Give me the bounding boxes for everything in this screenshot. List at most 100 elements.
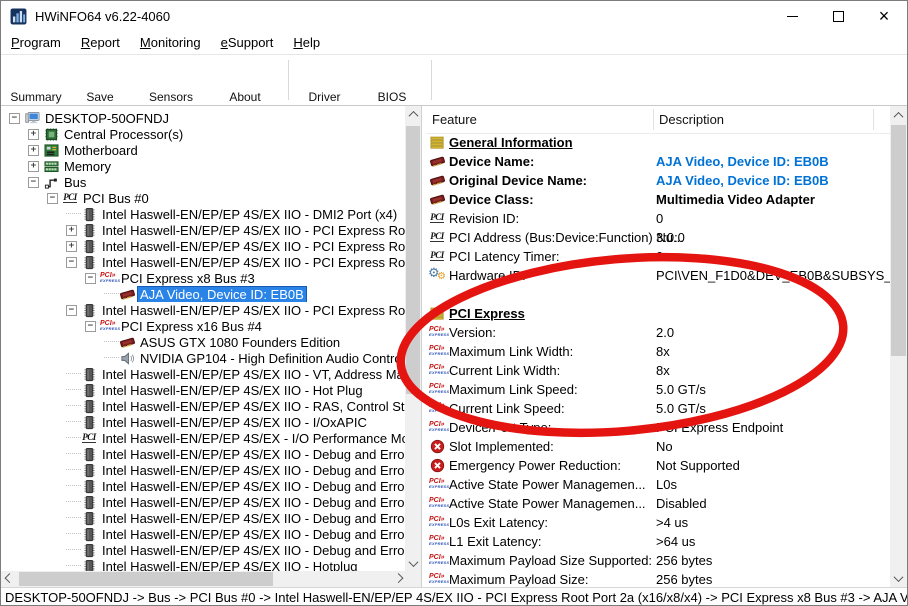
tree-item-label[interactable]: Intel Haswell-EN/EP/EP 4S/EX - I/O Perfo… <box>100 431 405 446</box>
tree-item[interactable]: Intel Haswell-EN/EP/EP 4S/EX IIO - Debug… <box>3 510 405 526</box>
tree-item[interactable]: + Motherboard <box>3 142 405 158</box>
tree-vertical-scrollbar[interactable] <box>405 106 421 571</box>
tree-item[interactable]: −Bus <box>3 174 405 190</box>
feature-row[interactable]: PCI»EXPRESSDevice/Port Type:PCI Express … <box>426 418 890 437</box>
tree-item[interactable]: Intel Haswell-EN/EP/EP 4S/EX IIO - Hot P… <box>3 382 405 398</box>
feature-row[interactable]: ⚙⚙Hardware ID:PCI\VEN_F1D0&DEV_EB0B&SUBS… <box>426 266 890 285</box>
close-button[interactable]: × <box>861 1 907 31</box>
feature-row[interactable]: PCI»EXPRESSActive State Power Managemen.… <box>426 475 890 494</box>
minus-expander-icon[interactable]: − <box>85 321 96 332</box>
tree-item[interactable]: Intel Haswell-EN/EP/EP 4S/EX IIO - Debug… <box>3 478 405 494</box>
scrollbar-thumb[interactable] <box>406 126 420 394</box>
feature-row[interactable]: PCI»EXPRESSActive State Power Managemen.… <box>426 494 890 513</box>
feature-row[interactable]: PCIPCI Latency Timer:0 <box>426 247 890 266</box>
tree-item-label[interactable]: Intel Haswell-EN/EP/EP 4S/EX IIO - Debug… <box>100 495 405 510</box>
feature-row[interactable]: General Information <box>426 133 890 152</box>
tree-item[interactable]: ASUS GTX 1080 Founders Edition <box>3 334 405 350</box>
tree-item[interactable]: Intel Haswell-EN/EP/EP 4S/EX IIO - Debug… <box>3 446 405 462</box>
feature-row[interactable]: PCI»EXPRESSCurrent Link Width:8x <box>426 361 890 380</box>
tree-item-label[interactable]: Memory <box>62 159 113 174</box>
tree-item[interactable]: −PCI»EXPRESSPCI Express x16 Bus #4 <box>3 318 405 334</box>
column-divider[interactable] <box>653 109 654 130</box>
feature-row[interactable]: Device Name:AJA Video, Device ID: EB0B <box>426 152 890 171</box>
feature-row[interactable]: Slot Implemented:No <box>426 437 890 456</box>
tree-item-label[interactable]: Intel Haswell-EN/EP/EP 4S/EX IIO - Debug… <box>100 511 405 526</box>
feature-row[interactable]: Original Device Name:AJA Video, Device I… <box>426 171 890 190</box>
tree-item-label[interactable]: Intel Haswell-EN/EP/EP 4S/EX IIO - I/OxA… <box>100 415 369 430</box>
feature-row[interactable]: PCI»EXPRESSMaximum Payload Size:256 byte… <box>426 570 890 587</box>
tree-item[interactable]: Intel Haswell-EN/EP/EP 4S/EX IIO - DMI2 … <box>3 206 405 222</box>
tree-item[interactable]: + Central Processor(s) <box>3 126 405 142</box>
tree-item-label[interactable]: Intel Haswell-EN/EP/EP 4S/EX IIO - DMI2 … <box>100 207 399 222</box>
tree-item-label[interactable]: Intel Haswell-EN/EP/EP 4S/EX IIO - PCI E… <box>100 223 405 238</box>
tree-item-label[interactable]: PCI Express x8 Bus #3 <box>119 271 257 286</box>
maximize-button[interactable] <box>815 1 861 31</box>
panel-vertical-scrollbar[interactable] <box>890 106 907 587</box>
minus-expander-icon[interactable]: − <box>47 193 58 204</box>
tree-item[interactable]: Intel Haswell-EN/EP/EP 4S/EX IIO - Debug… <box>3 494 405 510</box>
tree-item[interactable]: Intel Haswell-EN/EP/EP 4S/EX IIO - VT, A… <box>3 366 405 382</box>
scroll-left-button[interactable] <box>1 571 17 587</box>
sensors-button[interactable]: Sensors <box>141 58 201 103</box>
scrollbar-thumb[interactable] <box>891 125 906 356</box>
scroll-down-button[interactable] <box>405 555 421 571</box>
column-divider[interactable] <box>873 109 874 130</box>
tree-item-label[interactable]: DESKTOP-50OFNDJ <box>43 111 171 126</box>
tree-item[interactable]: PCIIntel Haswell-EN/EP/EP 4S/EX - I/O Pe… <box>3 430 405 446</box>
feature-row[interactable]: PCI Express <box>426 304 890 323</box>
minimize-button[interactable] <box>769 1 815 31</box>
tree-item-label[interactable]: Intel Haswell-EN/EP/EP 4S/EX IIO - PCI E… <box>100 239 405 254</box>
plus-expander-icon[interactable]: + <box>66 241 77 252</box>
feature-row[interactable]: PCI»EXPRESSVersion:2.0 <box>426 323 890 342</box>
tree-item-label[interactable]: Intel Haswell-EN/EP/EP 4S/EX IIO - Hotpl… <box>100 559 360 572</box>
tree-item[interactable]: Intel Haswell-EN/EP/EP 4S/EX IIO - RAS, … <box>3 398 405 414</box>
minus-expander-icon[interactable]: − <box>85 273 96 284</box>
scroll-up-button[interactable] <box>891 107 907 123</box>
minus-expander-icon[interactable]: − <box>9 113 20 124</box>
tree-item-label[interactable]: Central Processor(s) <box>62 127 185 142</box>
tree-item[interactable]: Intel Haswell-EN/EP/EP 4S/EX IIO - Debug… <box>3 542 405 558</box>
plus-expander-icon[interactable]: + <box>28 145 39 156</box>
scroll-down-button[interactable] <box>891 570 907 586</box>
tree-item-label[interactable]: Intel Haswell-EN/EP/EP 4S/EX IIO - PCI E… <box>100 255 405 270</box>
feature-row[interactable]: PCI»EXPRESSL0s Exit Latency:>4 us <box>426 513 890 532</box>
feature-row[interactable]: Emergency Power Reduction:Not Supported <box>426 456 890 475</box>
menu-monitoring[interactable]: Monitoring <box>130 33 211 52</box>
tree-item[interactable]: −PCI»EXPRESSPCI Express x8 Bus #3 <box>3 270 405 286</box>
minus-expander-icon[interactable]: − <box>66 257 77 268</box>
feature-row[interactable]: PCI»EXPRESSMaximum Link Width:8x <box>426 342 890 361</box>
plus-expander-icon[interactable]: + <box>28 129 39 140</box>
tree-item[interactable]: −PCIPCI Bus #0 <box>3 190 405 206</box>
bios-update-button[interactable]: BIOS Update <box>358 58 426 103</box>
plus-expander-icon[interactable]: + <box>66 225 77 236</box>
tree-item[interactable]: − Intel Haswell-EN/EP/EP 4S/EX IIO - PCI … <box>3 254 405 270</box>
minus-expander-icon[interactable]: − <box>28 177 39 188</box>
tree-item[interactable]: Intel Haswell-EN/EP/EP 4S/EX IIO - Hotpl… <box>3 558 405 571</box>
scroll-up-button[interactable] <box>405 106 421 122</box>
tree-item-label[interactable]: Intel Haswell-EN/EP/EP 4S/EX IIO - Debug… <box>100 543 405 558</box>
save-report-button[interactable]: Save Report <box>67 58 133 103</box>
tree-item-label[interactable]: Intel Haswell-EN/EP/EP 4S/EX IIO - RAS, … <box>100 399 405 414</box>
feature-row[interactable]: PCIRevision ID:0 <box>426 209 890 228</box>
tree-item[interactable]: Intel Haswell-EN/EP/EP 4S/EX IIO - I/OxA… <box>3 414 405 430</box>
tree-item-label[interactable]: Intel Haswell-EN/EP/EP 4S/EX IIO - Debug… <box>100 463 405 478</box>
about-button[interactable]: About <box>214 58 276 103</box>
tree-item-label[interactable]: Motherboard <box>62 143 140 158</box>
feature-row[interactable]: PCI»EXPRESSMaximum Link Speed:5.0 GT/s <box>426 380 890 399</box>
menu-help[interactable]: Help <box>283 33 330 52</box>
tree-item-label[interactable]: Intel Haswell-EN/EP/EP 4S/EX IIO - Debug… <box>100 447 405 462</box>
feature-row[interactable]: PCI»EXPRESSCurrent Link Speed:5.0 GT/s <box>426 399 890 418</box>
feature-row[interactable]: PCI»EXPRESSMaximum Payload Size Supporte… <box>426 551 890 570</box>
tree-item-label[interactable]: PCI Express x16 Bus #4 <box>119 319 264 334</box>
tree-item-label[interactable]: Intel Haswell-EN/EP/EP 4S/EX IIO - PCI E… <box>100 303 405 318</box>
tree-item-label[interactable]: Intel Haswell-EN/EP/EP 4S/EX IIO - VT, A… <box>100 367 405 382</box>
feature-row[interactable]: PCIPCI Address (Bus:Device:Function) Nu.… <box>426 228 890 247</box>
tree-item[interactable]: −Intel Haswell-EN/EP/EP 4S/EX IIO - PCI … <box>3 302 405 318</box>
plus-expander-icon[interactable]: + <box>28 161 39 172</box>
tree-item-label[interactable]: ASUS GTX 1080 Founders Edition <box>138 335 342 350</box>
tree-horizontal-scrollbar[interactable] <box>1 571 406 587</box>
tree-item-label[interactable]: Intel Haswell-EN/EP/EP 4S/EX IIO - Debug… <box>100 527 405 542</box>
menu-report[interactable]: Report <box>71 33 130 52</box>
tree-item[interactable]: + Intel Haswell-EN/EP/EP 4S/EX IIO - PCI … <box>3 238 405 254</box>
tree-item[interactable]: Intel Haswell-EN/EP/EP 4S/EX IIO - Debug… <box>3 526 405 542</box>
